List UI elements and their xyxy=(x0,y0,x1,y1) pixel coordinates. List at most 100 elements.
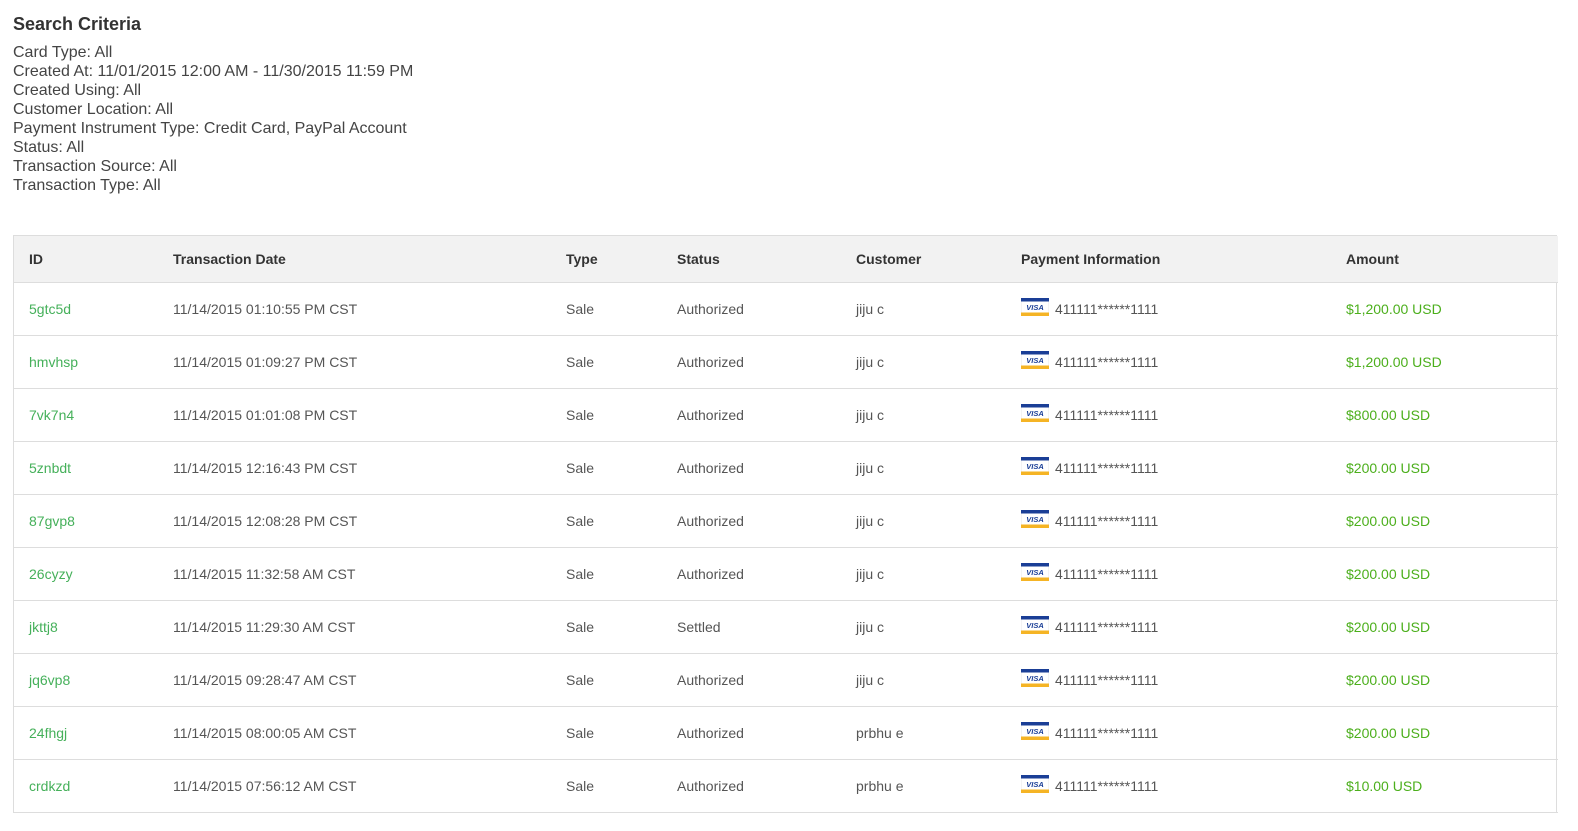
amount-cell: $200.00 USD xyxy=(1346,618,1431,635)
header-customer[interactable]: Customer xyxy=(841,236,1006,283)
transaction-id-link[interactable]: jkttj8 xyxy=(29,619,58,635)
transaction-date-cell: 11/14/2015 07:56:12 AM CST xyxy=(173,777,357,794)
transaction-status-cell: Authorized xyxy=(677,777,744,794)
transactions-table-container: ID Transaction Date Type Status Customer… xyxy=(13,235,1558,813)
card-number: 411111******1111 xyxy=(1055,353,1159,370)
svg-text:VISA: VISA xyxy=(1026,302,1044,311)
transaction-id-cell: jq6vp8 xyxy=(14,653,158,706)
payment-information-cell: VISA 411111******1111 xyxy=(1006,653,1331,706)
visa-card-icon: VISA xyxy=(1021,456,1049,475)
header-transaction-date[interactable]: Transaction Date xyxy=(158,236,551,283)
table-row[interactable]: 5gtc5d 11/14/2015 01:10:55 PM CST Sale A… xyxy=(14,282,1558,335)
table-row[interactable]: 24fhgj 11/14/2015 08:00:05 AM CST Sale A… xyxy=(14,706,1558,759)
search-criteria: Search Criteria Card Type: All Created A… xyxy=(13,12,413,195)
transaction-id-link[interactable]: 87gvp8 xyxy=(29,513,75,529)
transactions-table: ID Transaction Date Type Status Customer… xyxy=(14,236,1558,813)
transaction-date-cell: 11/14/2015 12:16:43 PM CST xyxy=(173,459,358,476)
table-row[interactable]: jkttj8 11/14/2015 11:29:30 AM CST Sale S… xyxy=(14,600,1558,653)
customer-cell: jiju c xyxy=(856,671,885,688)
card-number: 411111******1111 xyxy=(1055,618,1159,635)
card-number: 411111******1111 xyxy=(1055,300,1159,317)
svg-text:VISA: VISA xyxy=(1026,567,1044,576)
transaction-type-cell: Sale xyxy=(566,777,595,794)
svg-text:VISA: VISA xyxy=(1026,408,1044,417)
payment-information-cell: VISA 411111******1111 xyxy=(1006,494,1331,547)
customer-cell: jiju c xyxy=(856,512,885,529)
customer-cell: prbhu e xyxy=(856,777,904,794)
criteria-created-using: Created Using: All xyxy=(13,82,142,99)
table-row[interactable]: 87gvp8 11/14/2015 12:08:28 PM CST Sale A… xyxy=(14,494,1558,547)
transaction-status-cell: Authorized xyxy=(677,459,744,476)
criteria-customer-location: Customer Location: All xyxy=(13,101,174,118)
table-row[interactable]: 5znbdt 11/14/2015 12:16:43 PM CST Sale A… xyxy=(14,441,1558,494)
transaction-date-cell: 11/14/2015 08:00:05 AM CST xyxy=(173,724,357,741)
table-body: 5gtc5d 11/14/2015 01:10:55 PM CST Sale A… xyxy=(14,282,1558,812)
payment-information-cell: VISA 411111******1111 xyxy=(1006,759,1331,812)
transaction-date-cell: 11/14/2015 01:01:08 PM CST xyxy=(173,406,358,423)
transaction-type-cell: Sale xyxy=(566,512,595,529)
svg-text:VISA: VISA xyxy=(1026,355,1044,364)
card-number: 411111******1111 xyxy=(1055,565,1159,582)
transaction-date-cell: 11/14/2015 09:28:47 AM CST xyxy=(173,671,357,688)
card-number: 411111******1111 xyxy=(1055,512,1159,529)
customer-cell: jiju c xyxy=(856,406,885,423)
transaction-date-cell: 11/14/2015 11:29:30 AM CST xyxy=(173,618,356,635)
transaction-id-link[interactable]: 26cyzy xyxy=(29,566,73,582)
payment-information-cell: VISA 411111******1111 xyxy=(1006,388,1331,441)
card-number: 411111******1111 xyxy=(1055,459,1159,476)
amount-cell: $200.00 USD xyxy=(1346,565,1431,582)
payment-information-cell: VISA 411111******1111 xyxy=(1006,600,1331,653)
header-type[interactable]: Type xyxy=(551,236,662,283)
transaction-id-cell: 7vk7n4 xyxy=(14,388,158,441)
visa-card-icon: VISA xyxy=(1021,350,1049,369)
payment-information-cell: VISA 411111******1111 xyxy=(1006,282,1331,335)
header-status[interactable]: Status xyxy=(662,236,841,283)
svg-text:VISA: VISA xyxy=(1026,726,1044,735)
amount-cell: $200.00 USD xyxy=(1346,459,1431,476)
transaction-type-cell: Sale xyxy=(566,353,595,370)
transaction-type-cell: Sale xyxy=(566,565,595,582)
transaction-type-cell: Sale xyxy=(566,618,595,635)
table-header-row: ID Transaction Date Type Status Customer… xyxy=(14,236,1558,283)
header-amount[interactable]: Amount xyxy=(1331,236,1558,283)
table-row[interactable]: 7vk7n4 11/14/2015 01:01:08 PM CST Sale A… xyxy=(14,388,1558,441)
visa-card-icon: VISA xyxy=(1021,721,1049,740)
transaction-id-link[interactable]: 7vk7n4 xyxy=(29,407,74,423)
transaction-id-cell: 5znbdt xyxy=(14,441,158,494)
svg-text:VISA: VISA xyxy=(1026,514,1044,523)
svg-text:VISA: VISA xyxy=(1026,620,1044,629)
transaction-id-link[interactable]: crdkzd xyxy=(29,778,70,794)
visa-card-icon: VISA xyxy=(1021,774,1049,793)
transaction-status-cell: Settled xyxy=(677,618,721,635)
transaction-status-cell: Authorized xyxy=(677,406,744,423)
transaction-id-link[interactable]: 5gtc5d xyxy=(29,301,71,317)
amount-cell: $200.00 USD xyxy=(1346,512,1431,529)
transaction-id-link[interactable]: 24fhgj xyxy=(29,725,67,741)
visa-card-icon: VISA xyxy=(1021,562,1049,581)
transaction-id-cell: crdkzd xyxy=(14,759,158,812)
table-row[interactable]: jq6vp8 11/14/2015 09:28:47 AM CST Sale A… xyxy=(14,653,1558,706)
header-id[interactable]: ID xyxy=(14,236,158,283)
transaction-id-link[interactable]: 5znbdt xyxy=(29,460,71,476)
transaction-id-link[interactable]: hmvhsp xyxy=(29,354,78,370)
transaction-id-cell: hmvhsp xyxy=(14,335,158,388)
transaction-id-cell: 26cyzy xyxy=(14,547,158,600)
transaction-type-cell: Sale xyxy=(566,300,595,317)
card-number: 411111******1111 xyxy=(1055,724,1159,741)
transaction-type-cell: Sale xyxy=(566,724,595,741)
table-row[interactable]: crdkzd 11/14/2015 07:56:12 AM CST Sale A… xyxy=(14,759,1558,812)
transaction-status-cell: Authorized xyxy=(677,565,744,582)
transaction-id-cell: 24fhgj xyxy=(14,706,158,759)
transaction-id-link[interactable]: jq6vp8 xyxy=(29,672,70,688)
card-number: 411111******1111 xyxy=(1055,671,1159,688)
transaction-date-cell: 11/14/2015 11:32:58 AM CST xyxy=(173,565,356,582)
transaction-status-cell: Authorized xyxy=(677,300,744,317)
customer-cell: jiju c xyxy=(856,459,885,476)
criteria-status: Status: All xyxy=(13,139,85,156)
card-number: 411111******1111 xyxy=(1055,777,1159,794)
header-payment-information[interactable]: Payment Information xyxy=(1006,236,1331,283)
transaction-type-cell: Sale xyxy=(566,671,595,688)
table-row[interactable]: hmvhsp 11/14/2015 01:09:27 PM CST Sale A… xyxy=(14,335,1558,388)
visa-card-icon: VISA xyxy=(1021,509,1049,528)
table-row[interactable]: 26cyzy 11/14/2015 11:32:58 AM CST Sale A… xyxy=(14,547,1558,600)
